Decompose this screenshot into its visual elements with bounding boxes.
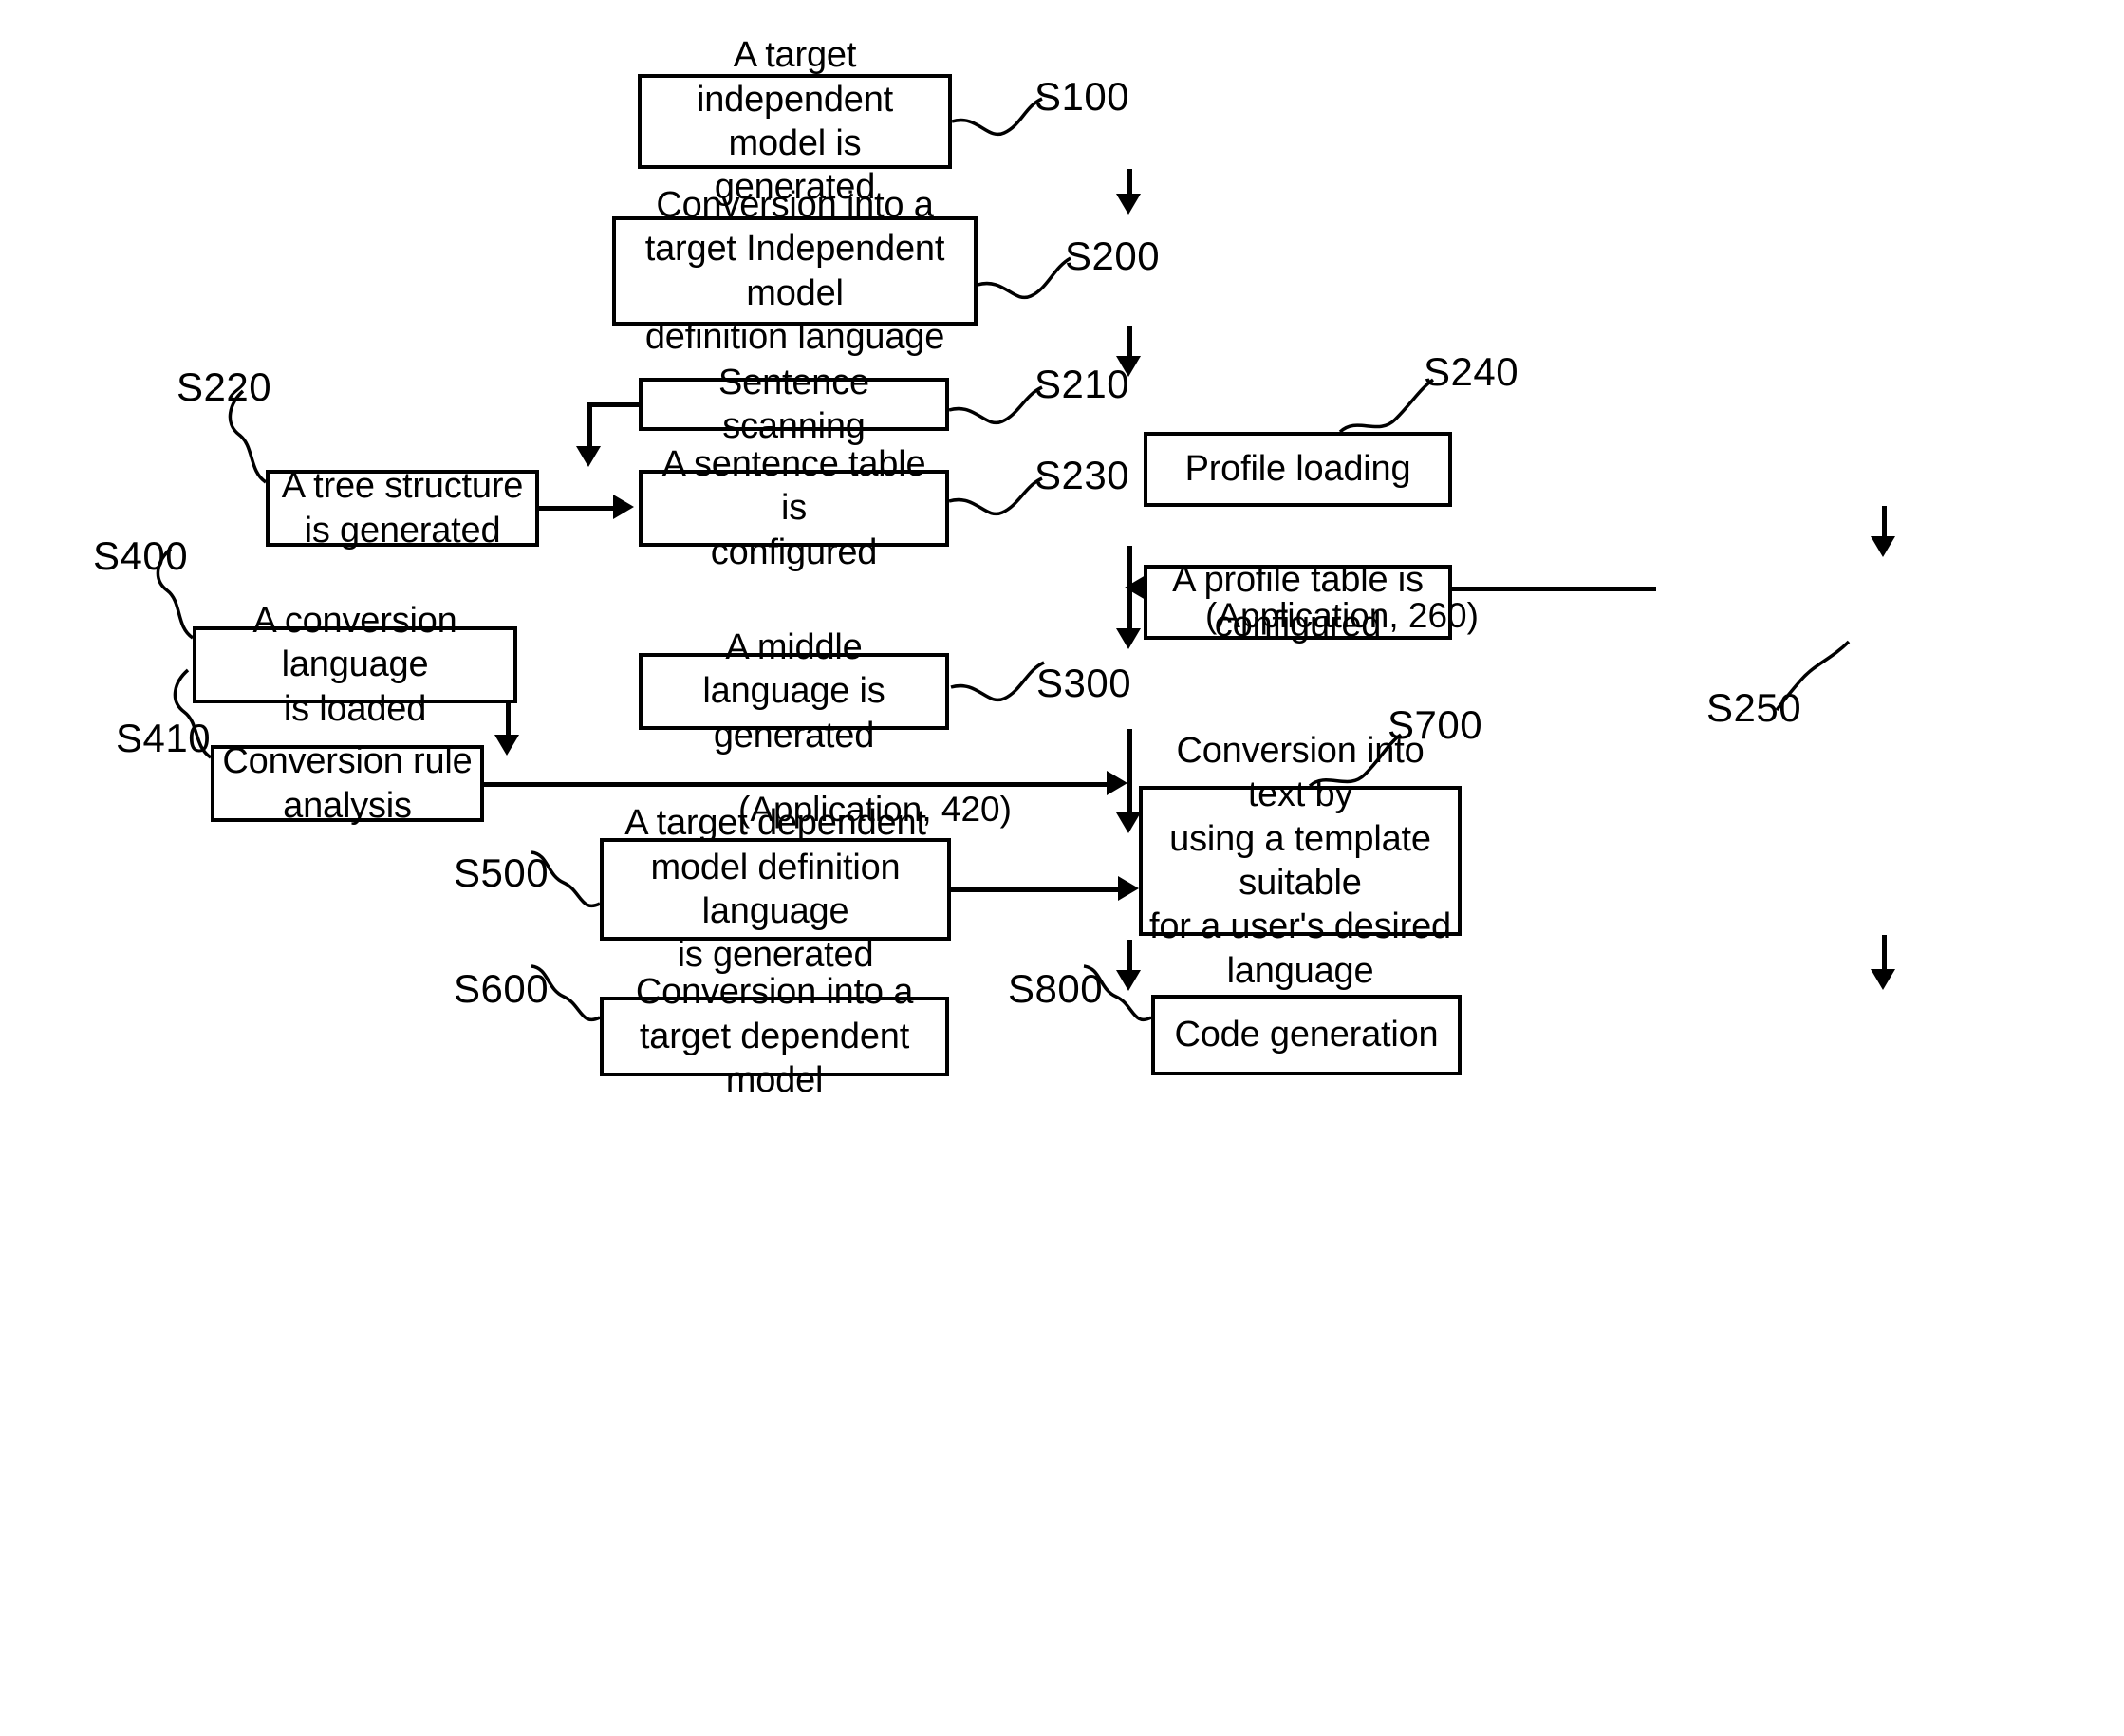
edge-label-application-420: (Application, 420) [738,790,1012,829]
node-s230[interactable]: A sentence table is configured [639,444,949,572]
node-s200-label: Conversion into a target Independent mod… [644,184,945,357]
reference-numeral-s700: S700 [1388,702,1483,747]
connector-s240-s250 [1882,506,1887,540]
node-s240-label: Profile loading [1184,449,1411,490]
reference-numeral-s500: S500 [454,850,550,895]
arrowhead-s410-trunk [1107,771,1127,795]
reference-leader-lines [156,97,1851,1021]
connector-s500-s600 [1127,940,1132,972]
node-s700[interactable]: Conversion into text by using a template… [1139,731,1462,991]
reference-numeral-s400: S400 [93,533,189,578]
reference-numeral-s200: S200 [1065,233,1161,278]
arrowhead-s210-s220 [576,446,601,467]
connector-s300-s500-lower [1127,782,1132,816]
connector-s300-s500 [1127,729,1132,784]
edge-label-application-260: (Application, 260) [1205,596,1479,635]
connector-s200-s210 [1127,326,1132,358]
node-s410[interactable]: Conversion rule analysis [211,741,484,826]
node-s600[interactable]: Conversion into a target dependent model [600,972,949,1100]
node-s600-label: Conversion into a target dependent model [635,972,914,1101]
reference-numeral-s100: S100 [1034,74,1130,119]
node-s300-label: A middle language is generated [702,626,885,756]
reference-numeral-s410: S410 [116,716,212,760]
arrowhead-s500-s600 [1116,970,1141,991]
node-s200[interactable]: Conversion into a target Independent mod… [612,185,978,357]
arrowhead-s300-s500 [1116,812,1141,833]
flowchart-canvas: A target independent model is generated … [0,0,2124,1736]
node-s240[interactable]: Profile loading [1144,432,1452,507]
reference-numeral-s300: S300 [1036,661,1132,705]
reference-numeral-s230: S230 [1034,453,1130,497]
node-s220[interactable]: A tree structure is generated [266,466,539,551]
reference-numeral-s210: S210 [1034,362,1130,406]
node-s210-label: Sentence scanning [718,362,869,446]
node-s300[interactable]: A middle language is generated [639,627,949,756]
node-s100[interactable]: A target independent model is generated [638,35,952,207]
arrowhead-s400-s410 [494,735,519,756]
node-s700-label: Conversion into text by using a template… [1149,730,1451,991]
reference-numeral-s250: S250 [1706,685,1802,730]
connector-s210-s220-vertical [587,402,592,450]
reference-numeral-s800: S800 [1008,966,1104,1011]
node-s410-label: Conversion rule analysis [222,741,473,826]
node-s400[interactable]: A conversion language is loaded [193,601,517,729]
connector-s220-s230 [539,506,615,511]
node-s800-label: Code generation [1174,1015,1439,1055]
reference-numeral-s600: S600 [454,966,550,1011]
arrowhead-s250-trunk [1125,575,1146,600]
arrowhead-s700-s800 [1871,969,1895,990]
node-s210[interactable]: Sentence scanning [639,363,949,446]
arrowhead-s220-s230 [613,495,634,519]
connector-s500-s700 [951,887,1120,892]
connector-s100-s200 [1127,169,1132,196]
node-s500[interactable]: A target dependent model definition lang… [600,803,951,975]
node-s220-label: A tree structure is generated [281,466,524,551]
arrowhead-s500-s700 [1118,876,1139,901]
connector-s210-s220-horizontal [587,402,641,407]
connector-s700-s800 [1882,935,1887,971]
node-s400-label: A conversion language is loaded [252,600,457,729]
node-s230-label: A sentence table is configured [661,443,926,572]
reference-numeral-s240: S240 [1424,349,1519,394]
node-s800[interactable]: Code generation [1151,995,1462,1075]
arrowhead-s230-s300 [1116,628,1141,649]
arrowhead-s240-s250 [1871,536,1895,557]
arrowhead-s100-s200 [1116,194,1141,215]
connector-s410-trunk [484,782,1110,787]
reference-numeral-s220: S220 [177,364,272,409]
